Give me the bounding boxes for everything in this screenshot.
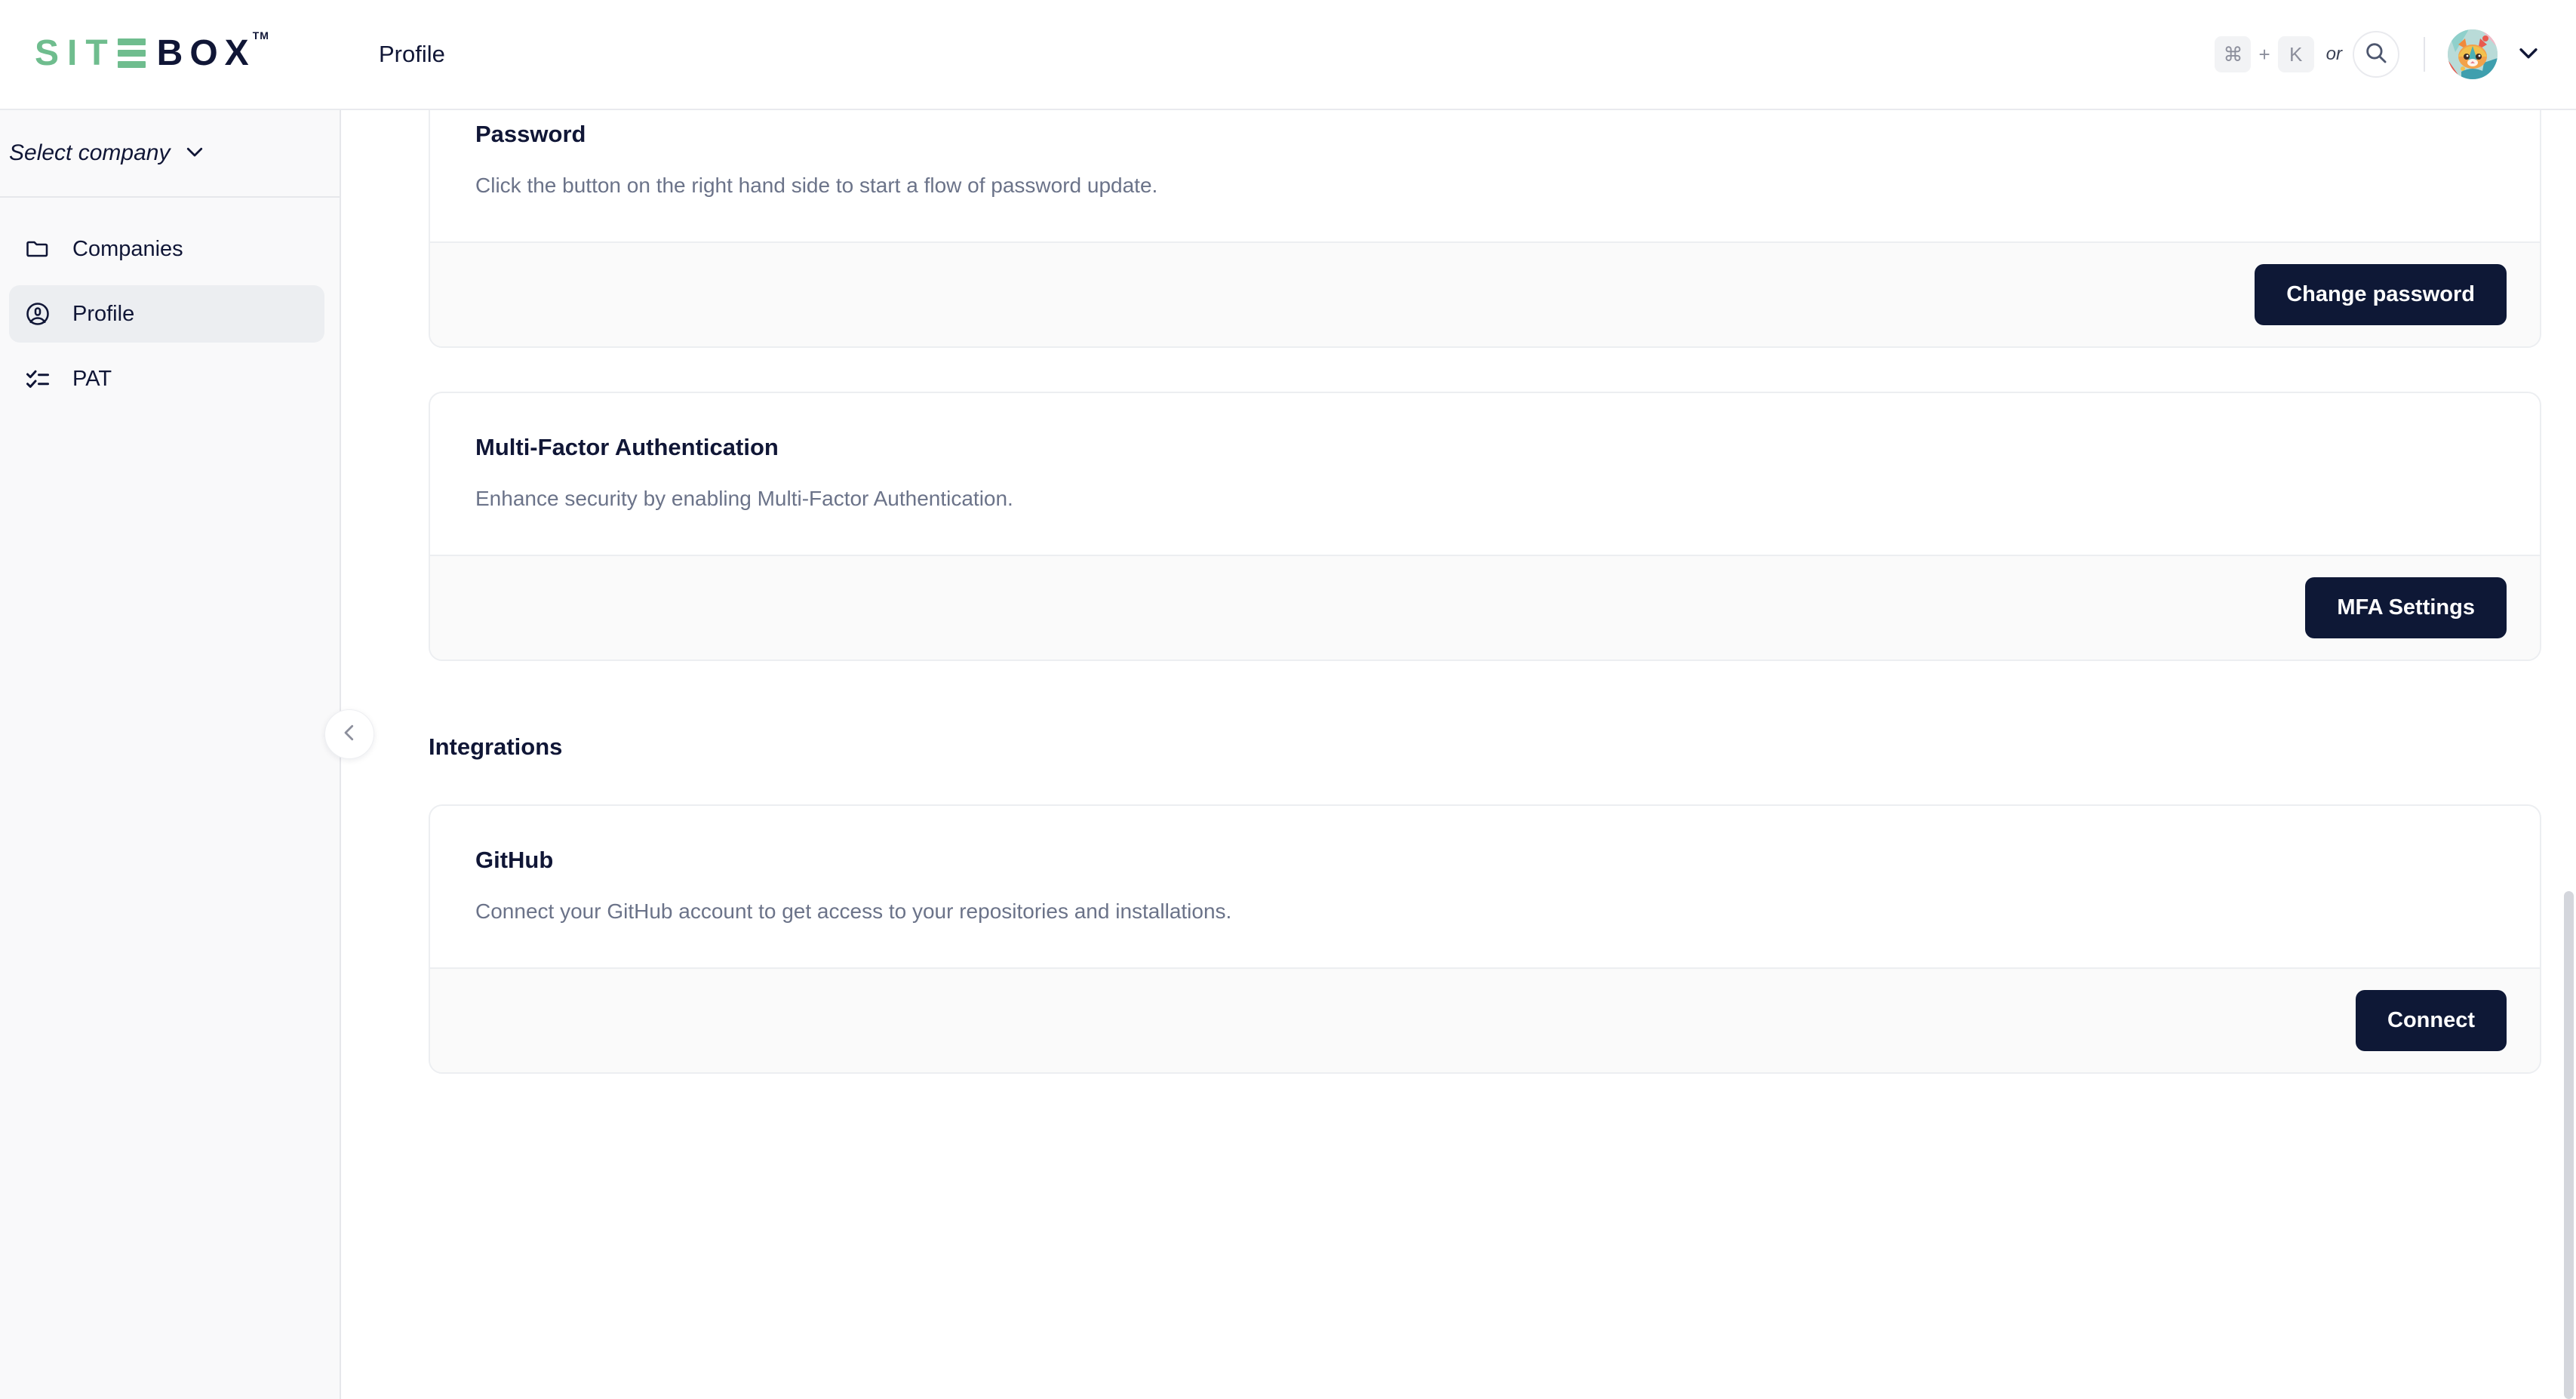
mfa-card-footer: MFA Settings [430,555,2540,660]
mfa-settings-button[interactable]: MFA Settings [2305,577,2507,638]
card-spacer [429,348,2541,392]
sidebar-item-label: PAT [72,366,112,391]
mfa-card-body: Multi-Factor Authentication Enhance secu… [430,393,2540,555]
sidebar-item-pat[interactable]: PAT [9,350,324,407]
github-card-footer: Connect [430,967,2540,1072]
page-title: Profile [379,41,445,67]
avatar-image [2448,29,2498,79]
shortcut-plus: + [2258,42,2270,66]
avatar[interactable] [2448,29,2498,79]
logo-sit-text: SIT [35,33,116,73]
sidebar-item-label: Profile [72,301,135,326]
profile-settings-list: Password Click the button on the right h… [341,110,2576,1074]
change-password-button[interactable]: Change password [2255,264,2507,325]
company-selector-label: Select company [9,140,171,165]
chevron-down-icon [2516,40,2541,69]
user-circle-icon [24,300,57,327]
chevron-left-icon [338,721,361,748]
user-menu-button[interactable] [2516,40,2541,69]
sidebar: Select company Companies Profile PAT [0,110,341,1399]
logo-wordmark: SIT BOX TM [35,29,269,74]
sidebar-item-profile[interactable]: Profile [9,285,324,343]
password-card-body: Password Click the button on the right h… [430,110,2540,241]
integrations-section-title: Integrations [429,733,563,760]
app-header: SIT BOX TM Profile ⌘ + K or [0,0,2576,110]
github-card-title: GitHub [475,847,554,873]
logo-box-text: BOX [156,33,256,73]
mfa-card-description: Enhance security by enabling Multi-Facto… [475,487,1013,510]
header-actions: ⌘ + K or [2215,29,2576,79]
search-button[interactable] [2353,31,2399,78]
sidebar-item-companies[interactable]: Companies [9,220,324,278]
password-card-description: Click the button on the right hand side … [475,174,1158,197]
folder-icon [24,235,57,263]
github-card-description: Connect your GitHub account to get acces… [475,899,1232,923]
logo-e-glyph [117,38,146,68]
main-content: Password Click the button on the right h… [341,110,2576,1399]
password-card-footer: Change password [430,241,2540,346]
github-connect-button[interactable]: Connect [2356,990,2507,1051]
github-card-body: GitHub Connect your GitHub account to ge… [430,806,2540,967]
sidebar-item-label: Companies [72,236,183,261]
app-root: SIT BOX TM Profile ⌘ + K or Select compa… [0,0,2576,1399]
password-card-title: Password [475,121,586,147]
sitebox-logo[interactable]: SIT BOX TM [0,0,341,109]
chevron-down-icon [183,140,206,167]
k-key-badge: K [2277,36,2314,72]
mfa-card-title: Multi-Factor Authentication [475,434,779,460]
password-card: Password Click the button on the right h… [429,110,2541,348]
mfa-card: Multi-Factor Authentication Enhance secu… [429,392,2541,661]
cmd-key-badge: ⌘ [2215,36,2252,72]
sidebar-collapse-button[interactable] [324,709,374,759]
logo-tm-mark: TM [252,29,269,42]
main-scrollbar[interactable] [2562,110,2576,1399]
github-card: GitHub Connect your GitHub account to ge… [429,804,2541,1074]
search-icon [2363,40,2389,69]
shortcut-or-label: or [2325,44,2342,64]
main-scrollbar-thumb[interactable] [2564,891,2574,1399]
company-selector[interactable]: Select company [0,110,340,198]
checklist-icon [24,365,57,392]
header-divider [2424,37,2425,72]
sidebar-nav: Companies Profile PAT [0,198,340,407]
